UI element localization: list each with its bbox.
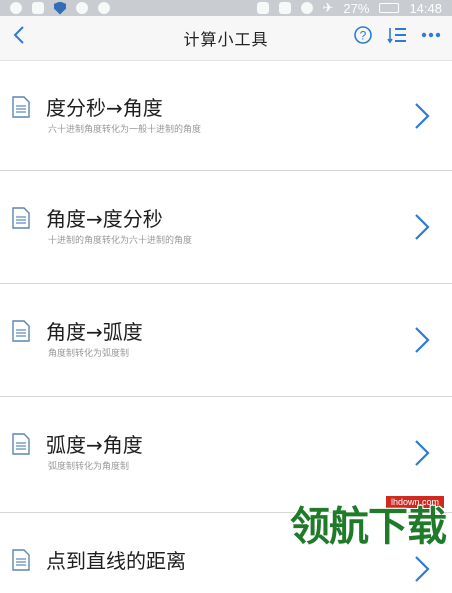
chevron-right-icon — [415, 440, 430, 466]
tool-subtitle: 六十进制角度转化为一般十进制的角度 — [48, 125, 202, 135]
document-icon — [12, 320, 30, 342]
battery-percent: 27% — [343, 0, 370, 16]
tool-subtitle: 十进制的角度转化为六十进制的角度 — [48, 236, 193, 246]
notification-icon — [10, 2, 22, 14]
tool-subtitle: 角度制转化为弧度制 — [48, 349, 130, 359]
sort-list-icon[interactable] — [386, 24, 408, 46]
status-bar-right: ✈ 27% 14:48 — [256, 0, 442, 16]
chevron-right-icon — [415, 556, 430, 582]
vibrate-icon — [256, 2, 269, 14]
document-icon — [12, 96, 30, 118]
svg-text:?: ? — [360, 29, 367, 43]
shield-icon — [54, 1, 66, 15]
airplane-icon: ✈ — [322, 0, 334, 15]
page-title: 计算小工具 — [183, 30, 269, 49]
status-bar: ✈ 27% 14:48 — [0, 0, 452, 16]
document-icon — [12, 207, 30, 229]
document-icon — [12, 549, 30, 571]
list-item[interactable]: 角度→弧度 角度制转化为弧度制 — [0, 284, 452, 397]
document-icon — [12, 433, 30, 455]
back-chevron-icon[interactable] — [8, 24, 30, 46]
nav-actions: ? — [352, 24, 442, 46]
tool-subtitle: 弧度制转化为角度制 — [48, 462, 130, 472]
battery-icon — [379, 3, 400, 13]
watermark: lhdown.com 领航下载 — [266, 496, 452, 554]
chevron-right-icon — [415, 327, 430, 353]
tool-title: 点到直线的距离 — [46, 549, 186, 573]
list-item[interactable]: 角度→度分秒 十进制的角度转化为六十进制的角度 — [0, 171, 452, 284]
tool-title: 度分秒→角度 — [46, 96, 163, 120]
phone-icon — [32, 2, 44, 14]
clock: 14:48 — [409, 0, 442, 16]
tool-title: 弧度→角度 — [46, 433, 143, 457]
status-bar-left — [10, 1, 110, 15]
navigation-bar: 计算小工具 ? — [0, 16, 452, 61]
watermark-logo: 领航下载 — [290, 504, 447, 550]
settings-icon — [98, 2, 110, 14]
list-item[interactable]: 度分秒→角度 六十进制角度转化为一般十进制的角度 — [0, 60, 452, 171]
chevron-right-icon — [415, 214, 430, 240]
lock-icon — [278, 2, 291, 14]
more-icon[interactable] — [420, 24, 442, 46]
help-icon[interactable]: ? — [352, 24, 374, 46]
tool-title: 角度→度分秒 — [46, 207, 163, 231]
tool-title: 角度→弧度 — [46, 320, 143, 344]
wifi-icon — [300, 2, 313, 14]
sync-icon — [76, 2, 88, 14]
chevron-right-icon — [415, 103, 430, 129]
